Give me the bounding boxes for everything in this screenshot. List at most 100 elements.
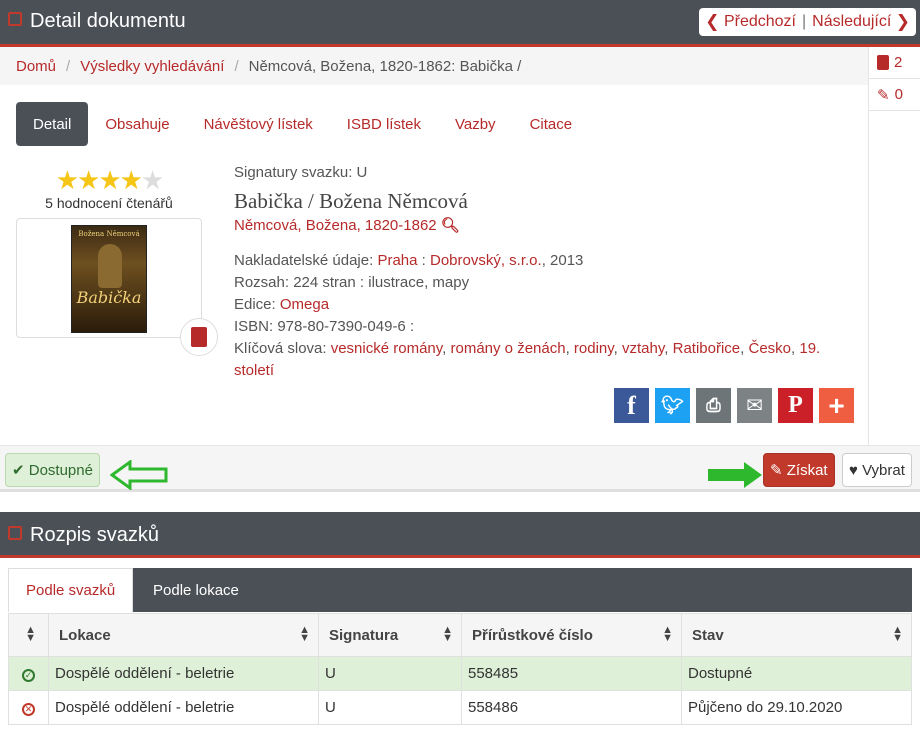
availability-bar: ✔ Dostupné ✎ Získat ♥ Vybrat — [0, 445, 920, 492]
keyword-link[interactable]: vesnické romány — [331, 340, 442, 357]
volumes-count: 2 — [894, 54, 903, 71]
sidebar-item-volumes[interactable]: 2 — [869, 47, 920, 79]
table-row[interactable]: ✓ Dospělé oddělení - beletrie U 558485 D… — [8, 656, 912, 691]
state-cell: Půjčeno do 29.10.2020 — [681, 690, 912, 725]
volume-tabs: Podle svazků Podle lokace — [8, 568, 912, 612]
tab-contains[interactable]: Obsahuje — [88, 102, 186, 146]
prev-next-nav: ❮ Předchozí | Následující ❯ — [699, 8, 916, 36]
record-title: Babička / Božena Němcová — [234, 189, 468, 213]
format-badge — [180, 318, 218, 356]
next-link[interactable]: Následující — [812, 13, 891, 31]
status-cell: ✕ — [8, 690, 49, 725]
tab-isbd-card[interactable]: ISBD lístek — [330, 102, 438, 146]
signature-column-header[interactable]: Signatura ▲ ▼ — [318, 613, 462, 657]
publisher-separator: : — [417, 252, 430, 269]
star-icon[interactable]: ★ — [120, 165, 143, 195]
breadcrumb-current: Němcová, Božena, 1820-1862: Babička / — [248, 57, 522, 75]
detail-tabs: Detail Obsahuje Návěštový lístek ISBD lí… — [16, 102, 589, 146]
state-column-header[interactable]: Stav ▲ ▼ — [681, 613, 912, 657]
accession-cell: 558485 — [461, 656, 682, 691]
volumes-table: ▲ ▼ Lokace ▲ ▼ Signatura ▲ ▼ Přírůstkové čísl… — [8, 613, 912, 725]
status-column-header[interactable]: ▲ ▼ — [8, 613, 49, 657]
edition-link[interactable]: Omega — [280, 296, 329, 313]
get-button[interactable]: ✎ Získat — [763, 453, 835, 487]
record-details: Signatury svazku: U Babička / Božena Něm… — [234, 162, 854, 382]
star-icon[interactable]: ★ — [98, 165, 121, 195]
book-cover-image[interactable]: Božena Němcová Babička — [71, 225, 147, 333]
location-column-header[interactable]: Lokace ▲ ▼ — [48, 613, 319, 657]
publisher-place-link[interactable]: Praha — [377, 252, 417, 269]
keyword-link[interactable]: vztahy — [622, 340, 664, 357]
print-icon[interactable]: ⎙ — [696, 388, 731, 423]
keywords-row: Klíčová slova: vesnické romány, romány o… — [234, 340, 821, 379]
author-link[interactable]: Němcová, Božena, 1820-1862 — [234, 217, 437, 234]
tab-links[interactable]: Vazby — [438, 102, 513, 146]
accession-cell: 558486 — [461, 690, 682, 725]
keyword-link[interactable]: rodiny — [574, 340, 614, 357]
twitter-icon[interactable]: 🐦︎ — [655, 388, 690, 423]
star-icon[interactable]: ★ — [77, 165, 100, 195]
accession-column-header[interactable]: Přírůstkové číslo ▲ ▼ — [461, 613, 682, 657]
publisher-name-link[interactable]: Dobrovský, s.r.o. — [430, 252, 542, 269]
available-button[interactable]: ✔ Dostupné — [5, 453, 100, 487]
book-icon — [877, 55, 889, 70]
select-label: Vybrat — [862, 461, 905, 479]
table-row[interactable]: ✕ Dospělé oddělení - beletrie U 558486 P… — [8, 690, 912, 725]
keyword-link[interactable]: Ratibořice — [673, 340, 741, 357]
rating-count: 5 hodnocení čtenářů — [45, 195, 173, 211]
signature-line: Signatury svazku: U — [234, 164, 368, 181]
breadcrumb-divider: / — [66, 57, 71, 75]
panel-icon — [8, 526, 22, 540]
pencil-icon: ✎ — [877, 86, 890, 104]
tab-citation[interactable]: Citace — [513, 102, 590, 146]
arrow-left-icon — [110, 460, 168, 490]
signature-cell: U — [318, 656, 462, 691]
star-empty-icon[interactable]: ★ — [141, 165, 164, 195]
keyword-link[interactable]: Česko — [748, 340, 791, 357]
reader-rating: ★★★★★ 5 hodnocení čtenářů — [16, 166, 202, 211]
location-cell: Dospělé oddělení - beletrie — [48, 690, 319, 725]
sidebar-item-reviews[interactable]: ✎ 0 — [869, 79, 920, 111]
email-icon[interactable]: ✉ — [737, 388, 772, 423]
x-circle-icon: ✕ — [22, 703, 35, 716]
pencil-icon: ✎ — [770, 462, 787, 479]
get-label: Získat — [786, 461, 828, 479]
rating-stars[interactable]: ★★★★★ — [16, 166, 202, 194]
breadcrumb-home[interactable]: Domů — [16, 58, 56, 75]
detail-header: Detail dokumentu ❮ Předchozí | Následují… — [0, 0, 920, 47]
breadcrumb-search-results[interactable]: Výsledky vyhledávání — [80, 58, 224, 75]
table-header-row: ▲ ▼ Lokace ▲ ▼ Signatura ▲ ▼ Přírůstkové čísl… — [8, 613, 912, 657]
tab-label-card[interactable]: Návěštový lístek — [187, 102, 330, 146]
keyword-link[interactable]: romány o ženách — [451, 340, 566, 357]
sort-icon: ▲ ▼ — [442, 624, 453, 644]
author-row: Němcová, Božena, 1820-1862 🔍︎ — [234, 215, 854, 237]
check-icon: ✔ — [12, 462, 29, 479]
sort-icon: ▲ ▼ — [662, 624, 673, 644]
book-icon — [191, 327, 207, 347]
volumes-header: Rozpis svazků — [0, 512, 920, 558]
publisher-row: Nakladatelské údaje: Praha : Dobrovský, … — [234, 250, 854, 272]
cover-figure — [98, 244, 122, 288]
location-cell: Dospělé oddělení - beletrie — [48, 656, 319, 691]
nav-separator: | — [801, 13, 807, 30]
page-title: Detail dokumentu — [30, 10, 186, 32]
breadcrumb: Domů / Výsledky vyhledávání / Němcová, B… — [0, 47, 868, 85]
select-button[interactable]: ♥ Vybrat — [842, 453, 912, 487]
tab-by-location[interactable]: Podle lokace — [136, 568, 256, 612]
facebook-icon[interactable]: f — [614, 388, 649, 423]
star-icon[interactable]: ★ — [56, 165, 79, 195]
state-cell: Dostupné — [681, 656, 912, 691]
share-buttons: f 🐦︎ ⎙ ✉ P + — [614, 388, 854, 423]
tab-detail[interactable]: Detail — [16, 102, 89, 146]
record-meta: Nakladatelské údaje: Praha : Dobrovský, … — [234, 250, 854, 382]
search-icon[interactable]: 🔍︎ — [441, 217, 460, 234]
tab-by-volume[interactable]: Podle svazků — [8, 568, 134, 612]
pinterest-icon[interactable]: P — [778, 388, 813, 423]
signature-cell: U — [318, 690, 462, 725]
prev-link[interactable]: Předchozí — [724, 13, 796, 31]
edition-label: Edice: — [234, 296, 276, 313]
status-cell: ✓ — [8, 656, 49, 691]
right-sidebar: 2 ✎ 0 — [868, 47, 920, 445]
sort-icon: ▲ ▼ — [892, 624, 903, 644]
plus-icon[interactable]: + — [819, 388, 854, 423]
